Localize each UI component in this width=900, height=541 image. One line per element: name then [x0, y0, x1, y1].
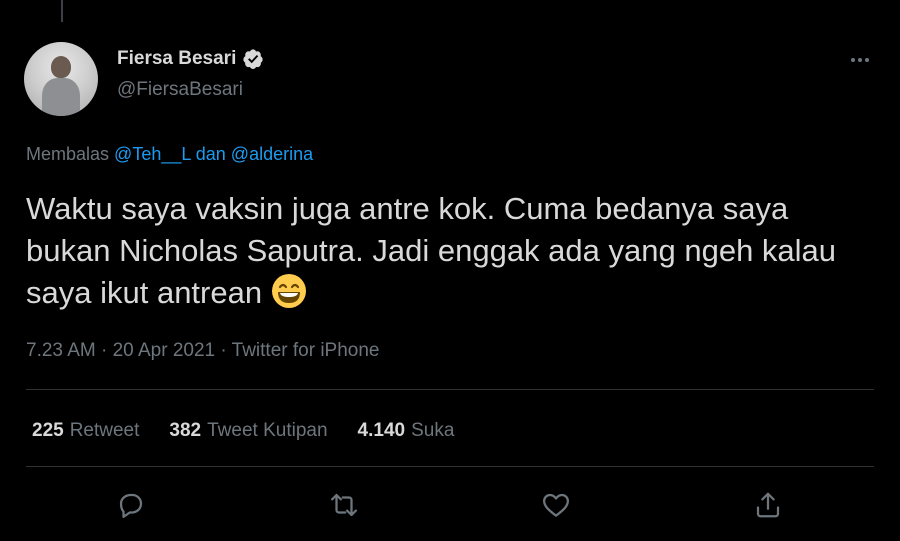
mention-link-alderina[interactable]: @alderina: [231, 144, 313, 164]
avatar-body-shape: [42, 78, 80, 116]
retweet-count-label: Retweet: [69, 420, 140, 441]
more-dot: [858, 58, 862, 62]
divider: [26, 389, 874, 390]
tweet-time[interactable]: 7.23 AM: [26, 340, 96, 361]
more-options-icon[interactable]: [846, 48, 874, 72]
thread-connector-line: [61, 0, 63, 22]
quote-count-label: Tweet Kutipan: [207, 420, 328, 441]
tweet-metadata: 7.23 AM · 20 Apr 2021 · Twitter for iPho…: [26, 340, 379, 362]
quote-count: 382: [169, 420, 202, 441]
tweet-body: Waktu saya vaksin juga antre kok. Cuma b…: [26, 188, 876, 314]
reply-button[interactable]: [113, 487, 149, 523]
reply-icon: [119, 493, 143, 518]
tweet-source[interactable]: Twitter for iPhone: [232, 340, 380, 361]
engagement-stats: 225 Retweet 382 Tweet Kutipan 4.140 Suka: [32, 420, 484, 442]
replying-to-prefix: Membalas: [26, 144, 110, 164]
replying-to-joiner[interactable]: dan: [196, 144, 226, 164]
share-button[interactable]: [750, 487, 786, 523]
like-icon: [543, 493, 569, 517]
replying-to: Membalas @Teh__L dan @alderina: [26, 144, 313, 165]
like-count-label: Suka: [411, 420, 455, 441]
like-count: 4.140: [357, 420, 406, 441]
quote-count-link[interactable]: 382 Tweet Kutipan: [169, 420, 327, 442]
meta-separator: ·: [220, 340, 227, 361]
author-name[interactable]: Fiersa Besari: [117, 48, 236, 70]
verified-badge-icon: [243, 49, 263, 69]
mention-link-teh-l[interactable]: @Teh__L: [114, 144, 191, 164]
retweet-count-link[interactable]: 225 Retweet: [32, 420, 139, 442]
tweet-text: Waktu saya vaksin juga antre kok. Cuma b…: [26, 191, 837, 310]
retweet-count: 225: [32, 420, 64, 441]
share-icon: [756, 492, 780, 518]
author-name-row[interactable]: Fiersa Besari: [117, 48, 264, 70]
like-count-link[interactable]: 4.140 Suka: [358, 420, 455, 442]
like-button[interactable]: [538, 487, 574, 523]
author-handle[interactable]: @FiersaBesari: [117, 79, 243, 101]
more-dot: [865, 58, 869, 62]
meta-separator: ·: [101, 340, 108, 361]
retweet-icon: [331, 493, 357, 517]
avatar-head-shape: [51, 56, 71, 78]
more-dot: [851, 58, 855, 62]
avatar[interactable]: [24, 42, 98, 116]
tweet-date[interactable]: 20 Apr 2021: [113, 340, 215, 361]
divider: [26, 466, 874, 467]
grinning-face-emoji-icon: [271, 274, 306, 308]
retweet-button[interactable]: [326, 487, 362, 523]
